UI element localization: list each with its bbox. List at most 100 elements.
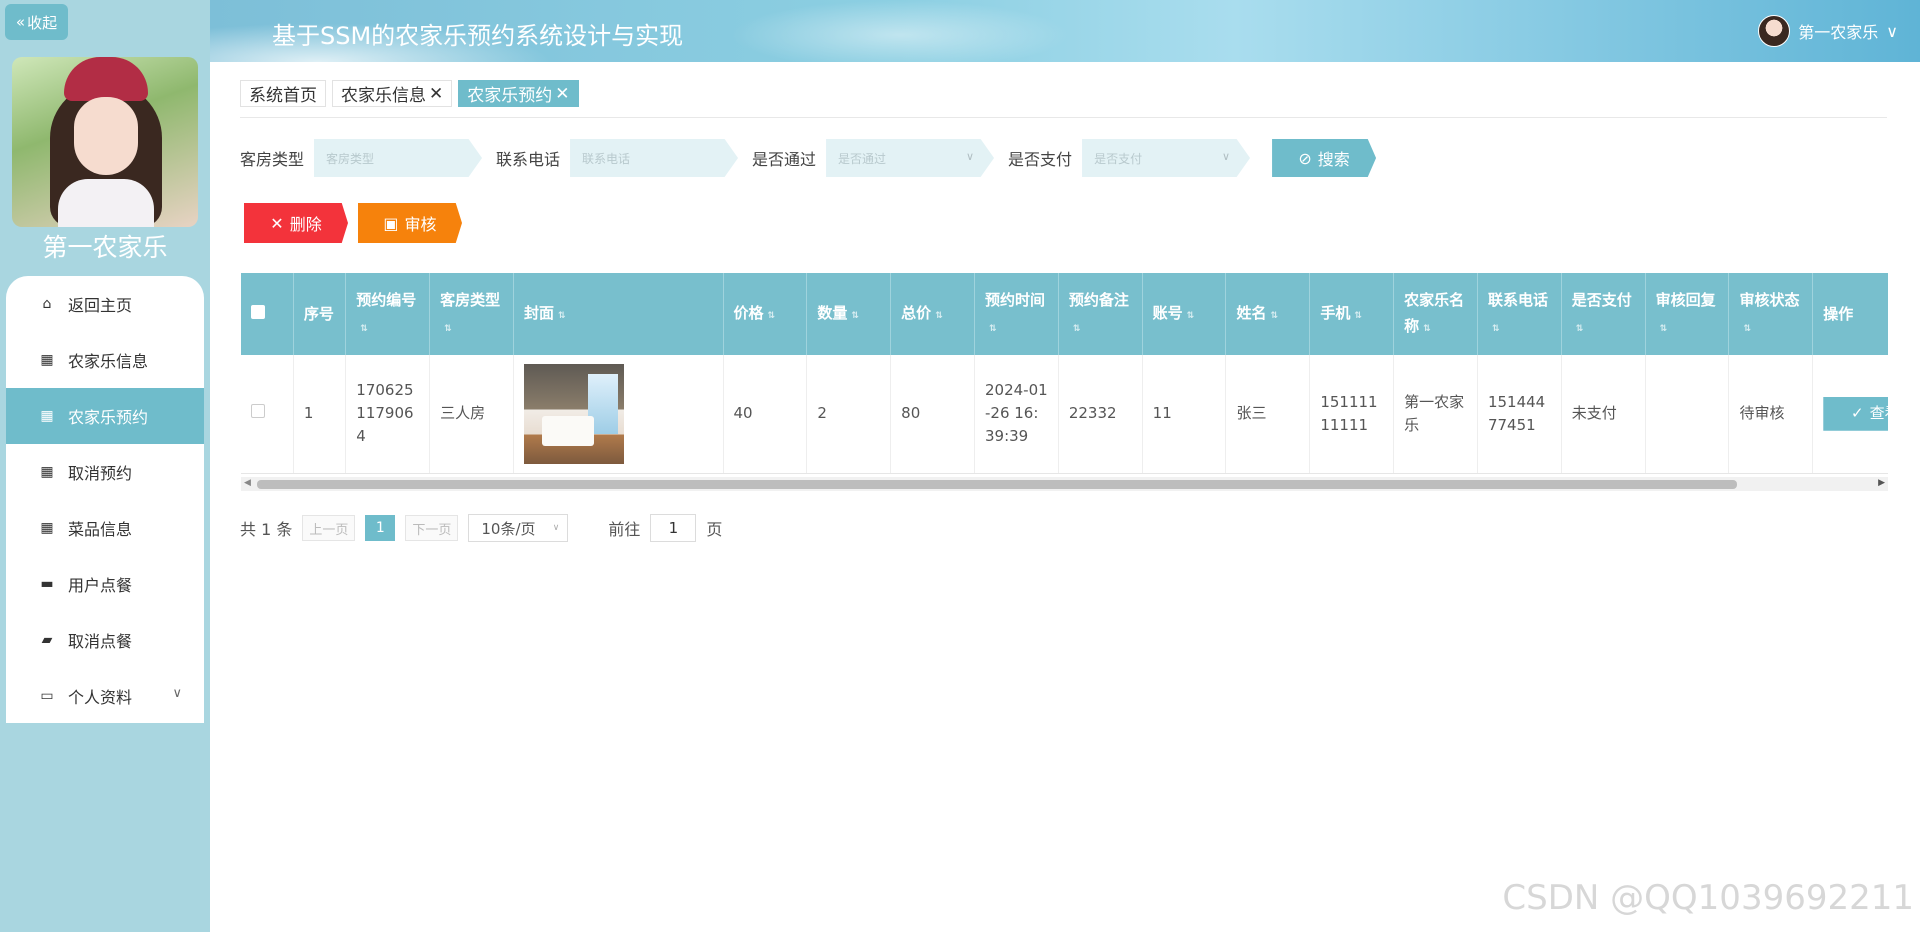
user-avatar [1758,15,1791,47]
scroll-right-icon[interactable]: ▶ [1878,478,1885,488]
cell-index: 1 [293,355,347,474]
search-button[interactable]: ⊘ 搜索 [1272,139,1377,177]
audit-icon: ▣ [383,213,399,233]
column-header[interactable]: 账号 ⇅ [1142,273,1227,355]
cell-total: 80 [890,355,975,474]
collapse-button[interactable]: « 收起 [5,4,68,40]
action-bar: ✕ 删除 ▣ 审核 [244,203,462,243]
audit-button[interactable]: ▣ 审核 [358,203,462,243]
phone-label: 联系电话 [496,150,561,169]
scroll-thumb[interactable] [257,480,1737,489]
briefcase-icon: ▬ [40,576,54,592]
row-checkbox[interactable] [251,404,265,419]
sort-icon: ⇅ [1659,323,1668,334]
row-select-cell[interactable] [241,355,294,474]
sidebar-item-cancel-order[interactable]: ▰ 取消点餐 [6,612,204,668]
column-header[interactable]: 预约编号⇅ [345,273,431,355]
select-all-cell[interactable] [241,273,294,355]
scroll-left-icon[interactable]: ◀ [244,478,251,488]
sidebar-item-profile[interactable]: ▭ 个人资料 ∨ [6,668,204,724]
sidebar: « 收起 第一农家乐 ⌂ 返回主页 ▦ 农家乐信息 ▦ 农家乐预约 ▦ 取消预约… [0,0,210,932]
column-header[interactable]: 价格 ⇅ [723,273,808,355]
paid-placeholder: 是否支付 [1094,151,1143,166]
page-size-select[interactable]: 10条/页 ∨ [468,514,569,542]
column-header[interactable]: 封面 ⇅ [513,273,724,355]
column-header[interactable]: 审核状态⇅ [1728,273,1814,355]
column-header[interactable]: 客房类型⇅ [429,273,514,355]
grid-icon: ▦ [40,520,54,536]
cell-name: 张三 [1225,355,1311,474]
app-title: 基于SSM的农家乐预约系统设计与实现 [272,22,684,50]
tab-farm-booking[interactable]: 农家乐预约 ✕ [458,80,579,107]
passed-select[interactable]: 是否通过 ∨ [826,139,995,177]
close-icon: ✕ [270,213,284,233]
close-icon[interactable]: ✕ [429,84,443,104]
sort-icon: ⇅ [851,310,859,321]
tab-farm-info[interactable]: 农家乐信息 ✕ [332,80,453,107]
sort-icon: ⇅ [557,310,566,321]
audit-label: 审核 [404,215,437,234]
column-header[interactable]: 农家乐名称 ⇅ [1393,273,1478,355]
sort-icon: ⇅ [1491,323,1500,334]
sidebar-item-dishes[interactable]: ▦ 菜品信息 [6,500,204,556]
watermark: CSDN @QQ1039692211 [1502,878,1914,918]
passed-placeholder: 是否通过 [838,151,887,166]
current-page[interactable]: 1 [365,515,396,541]
room-cover-image[interactable] [523,363,624,464]
check-circle-icon: ⊘ [1298,148,1312,168]
cell-status: 待审核 [1728,355,1814,474]
cell-mobile: 15111111111 [1309,355,1395,474]
user-menu[interactable]: 第一农家乐 ∨ [1758,15,1898,47]
select-all-checkbox[interactable] [251,305,265,319]
horizontal-scrollbar[interactable]: ◀ ▶ [241,477,1888,491]
column-header[interactable]: 数量 ⇅ [806,273,892,355]
phone-input[interactable]: 联系电话 [570,139,739,177]
tab-label: 农家乐信息 [341,86,426,106]
sidebar-item-farm-booking[interactable]: ▦ 农家乐预约 [6,388,204,444]
goto-label: 前往 [608,520,641,539]
room-type-input[interactable]: 客房类型 [314,139,483,177]
sidebar-item-label: 农家乐预约 [68,408,149,427]
cell-farm-name: 第一农家乐 [1393,355,1478,474]
column-header[interactable]: 预约时间⇅ [974,273,1059,355]
tab-label: 农家乐预约 [467,86,553,106]
site-name: 第一农家乐 [42,233,168,262]
sort-icon: ⇅ [935,310,943,321]
close-icon[interactable]: ✕ [555,84,569,104]
tab-home[interactable]: 系统首页 [240,80,326,107]
paid-select[interactable]: 是否支付 ∨ [1082,139,1251,177]
sidebar-item-label: 农家乐信息 [68,352,149,371]
goto-page-input[interactable]: 1 [650,514,697,542]
grid-icon: ▦ [40,408,54,424]
sidebar-item-user-order[interactable]: ▬ 用户点餐 [6,556,204,612]
sidebar-item-label: 取消预约 [68,464,133,483]
column-header[interactable]: 是否支付⇅ [1561,273,1646,355]
column-header[interactable]: 序号 [293,273,347,355]
sort-icon: ⇅ [1743,323,1751,334]
view-button[interactable]: ✓ 查看 [1823,396,1888,431]
sort-icon: ⇅ [767,310,776,321]
passed-label: 是否通过 [752,150,817,169]
delete-button[interactable]: ✕ 删除 [244,203,348,243]
header: 基于SSM的农家乐预约系统设计与实现 第一农家乐 ∨ [210,0,1920,80]
cell-room-type: 三人房 [429,355,514,474]
column-header[interactable]: 姓名 ⇅ [1225,273,1311,355]
sidebar-item-cancel-booking[interactable]: ▦ 取消预约 [6,444,204,500]
column-header[interactable]: 预约备注⇅ [1058,273,1143,355]
table-header-row: 序号 预约编号⇅ 客房类型⇅ 封面 ⇅ 价格 ⇅ 数量 ⇅ 总价 ⇅ 预约时间⇅ 预约备… [241,273,1888,355]
sort-icon: ⇅ [1270,310,1279,321]
cell-remark: 22332 [1058,355,1143,474]
column-header[interactable]: 总价 ⇅ [890,273,975,355]
column-header[interactable]: 手机 ⇅ [1309,273,1395,355]
sidebar-item-farm-info[interactable]: ▦ 农家乐信息 [6,332,204,388]
sidebar-item-label: 取消点餐 [68,632,133,651]
column-header[interactable]: 审核回复⇅ [1645,273,1730,355]
data-table: 序号 预约编号⇅ 客房类型⇅ 封面 ⇅ 价格 ⇅ 数量 ⇅ 总价 ⇅ 预约时间⇅ 预约备… [241,273,1888,491]
cell-contact: 15144477451 [1477,355,1562,474]
double-chevron-left-icon: « [15,13,26,31]
column-header[interactable]: 联系电话⇅ [1477,273,1562,355]
sort-icon: ⇅ [989,323,997,334]
prev-page-button[interactable]: 上一页 [302,515,356,541]
sidebar-item-home[interactable]: ⌂ 返回主页 [6,276,204,332]
next-page-button[interactable]: 下一页 [405,515,459,541]
